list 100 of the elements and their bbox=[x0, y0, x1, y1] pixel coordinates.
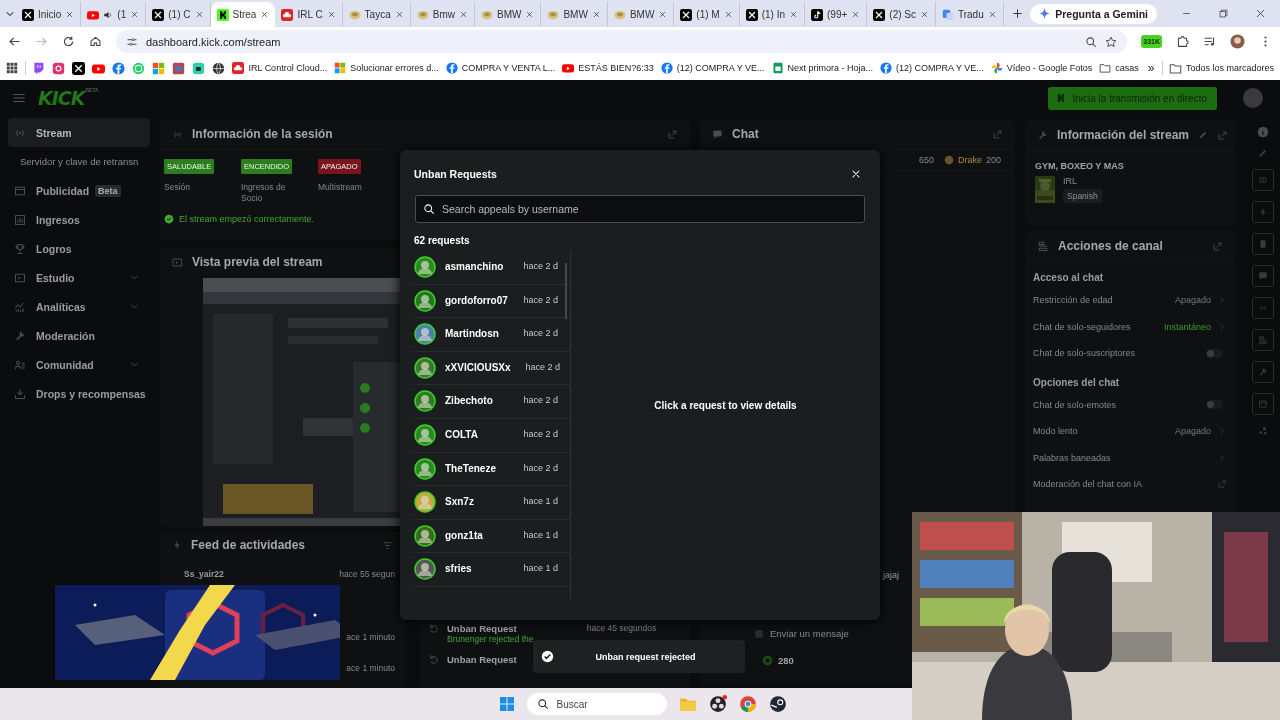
bookmark[interactable]: Vídeo - Google Fotos bbox=[990, 62, 1093, 74]
request-username[interactable]: sfries bbox=[445, 558, 515, 576]
sidebar-item[interactable]: Logros bbox=[8, 234, 150, 263]
new-tab-icon[interactable] bbox=[1011, 8, 1023, 19]
profile-avatar-icon[interactable] bbox=[1230, 34, 1245, 49]
request-username[interactable]: gonz1ta bbox=[445, 524, 515, 542]
panel-title: Información del stream bbox=[1057, 128, 1190, 142]
apps-grid-icon[interactable] bbox=[6, 62, 18, 74]
sidebar-item[interactable]: Stream bbox=[8, 118, 150, 147]
bookmark-folder[interactable]: Todos los marcadores bbox=[1168, 61, 1274, 75]
avatar[interactable] bbox=[414, 457, 436, 480]
chat-message: jajaj bbox=[883, 570, 899, 580]
reload-icon[interactable] bbox=[62, 35, 75, 48]
close-icon bbox=[194, 10, 204, 19]
bookmark[interactable]: Next primora - Hoja... bbox=[771, 62, 874, 74]
request-username[interactable]: xXVICIOUSXx bbox=[445, 356, 517, 374]
bookmark[interactable]: casas bbox=[1099, 62, 1139, 74]
sidebar-item[interactable]: Analíticas bbox=[8, 292, 150, 321]
back-icon[interactable] bbox=[8, 35, 21, 48]
toggle-switch[interactable] bbox=[1206, 348, 1223, 358]
info-icon[interactable] bbox=[1256, 126, 1269, 138]
avatar[interactable] bbox=[414, 558, 436, 581]
close-icon[interactable] bbox=[1255, 8, 1266, 19]
request-username[interactable]: COLTA bbox=[445, 423, 515, 441]
setting-row[interactable]: Palabras baneadas bbox=[1025, 444, 1235, 471]
avatar[interactable] bbox=[414, 491, 436, 514]
browser-app-icon[interactable] bbox=[738, 695, 757, 713]
bookmark-icon[interactable] bbox=[192, 61, 206, 75]
sidebar-item[interactable]: Drops y recompensas bbox=[8, 379, 150, 408]
bookmark[interactable]: Solucionar errores d... bbox=[334, 62, 439, 74]
steam-app-icon[interactable] bbox=[768, 695, 787, 713]
request-username[interactable]: Martindosn bbox=[445, 323, 515, 341]
setting-row[interactable]: Chat de solo-suscriptores bbox=[1025, 340, 1235, 367]
bookmark-icon[interactable] bbox=[72, 61, 86, 75]
wrench-icon bbox=[1037, 129, 1048, 141]
avatar[interactable] bbox=[414, 390, 436, 413]
chevron-right-icon bbox=[1217, 321, 1227, 332]
sidebar-item[interactable]: Estudio bbox=[8, 263, 150, 292]
gemini-button[interactable]: Pregunta a Gemini bbox=[1030, 3, 1157, 24]
search-field[interactable]: Search appeals by username bbox=[415, 195, 865, 223]
filter-icon[interactable] bbox=[382, 539, 393, 551]
puzzle-icon[interactable] bbox=[1176, 35, 1189, 48]
windows-icon[interactable] bbox=[498, 696, 515, 712]
emote-icon bbox=[754, 628, 764, 639]
setting-row[interactable]: Moderación del chat con IA bbox=[1025, 471, 1235, 498]
sparkle-icon bbox=[1039, 8, 1051, 19]
home-icon[interactable] bbox=[89, 35, 102, 48]
close-icon bbox=[65, 10, 75, 19]
media-icon[interactable] bbox=[1203, 35, 1216, 48]
bookmark[interactable]: (12) COMPRA Y VE... bbox=[880, 62, 984, 74]
sidebar-item[interactable]: Comunidad bbox=[8, 350, 150, 379]
request-username[interactable]: Zibechoto bbox=[445, 390, 515, 408]
address-bar[interactable]: dashboard.kick.com/stream bbox=[116, 30, 1128, 53]
star-icon[interactable] bbox=[1105, 35, 1118, 48]
status-label: Ingresos de Socio bbox=[241, 182, 287, 205]
bookmark-icon bbox=[445, 62, 458, 74]
wrench-icon bbox=[14, 329, 26, 342]
setting-row[interactable]: Modo lento Apagado bbox=[1025, 418, 1235, 445]
bookmark[interactable]: (12) COMPRA Y VE... bbox=[660, 62, 765, 74]
bookmark-icon[interactable] bbox=[212, 61, 226, 75]
bookmark-icon bbox=[990, 62, 1003, 74]
logo-mark-icon bbox=[1056, 93, 1067, 103]
bookmark-icon bbox=[232, 62, 245, 74]
bookmark[interactable]: IRL Control Cloud... bbox=[232, 62, 328, 74]
channel-actions-icon bbox=[1037, 240, 1049, 252]
request-time: hace 1 d bbox=[523, 495, 558, 507]
setting-row[interactable]: Chat de solo-emotes bbox=[1025, 391, 1235, 418]
sidebar-item[interactable]: Publicidad Beta bbox=[8, 176, 150, 205]
request-username[interactable]: TheTeneze bbox=[445, 457, 515, 475]
more-bookmarks-button[interactable]: » bbox=[1147, 61, 1155, 75]
close-button[interactable] bbox=[850, 168, 862, 180]
request-username[interactable]: asmanchino bbox=[445, 256, 515, 273]
channel-actions-icon bbox=[1257, 335, 1268, 345]
bookmark[interactable]: ESTÁS BIEN?6:33 bbox=[562, 62, 654, 74]
avatar[interactable] bbox=[414, 289, 436, 312]
request-username[interactable]: gordoforro07 bbox=[445, 289, 515, 307]
bookmark[interactable]: COMPRA Y VENTA L... bbox=[445, 62, 556, 74]
restore-icon[interactable] bbox=[1218, 8, 1229, 19]
pencil-icon[interactable] bbox=[1198, 130, 1209, 140]
setting-row[interactable]: Restricción de edad Apagado bbox=[1025, 287, 1235, 314]
sidebar-item[interactable]: Ingresos bbox=[8, 205, 150, 234]
avatar[interactable] bbox=[414, 524, 436, 547]
menu-icon[interactable] bbox=[12, 91, 26, 105]
toggle-switch[interactable] bbox=[1206, 400, 1223, 410]
bar-chart-icon bbox=[14, 213, 26, 226]
sidebar-item[interactable]: Moderación bbox=[8, 321, 150, 350]
sidebar-item[interactable]: Servidor y clave de retransn bbox=[8, 147, 150, 176]
browser-tab[interactable]: Strea bbox=[210, 2, 276, 27]
record-app-icon[interactable] bbox=[708, 695, 727, 713]
setting-row[interactable]: Chat de solo-seguidores Instantáneo bbox=[1025, 313, 1235, 340]
search-icon[interactable] bbox=[1085, 35, 1098, 48]
request-count: 62 requests bbox=[413, 234, 471, 248]
dots-icon[interactable] bbox=[1256, 425, 1269, 437]
avatar[interactable] bbox=[414, 323, 436, 346]
request-username[interactable]: Sxn7z bbox=[445, 491, 515, 509]
avatar[interactable] bbox=[414, 356, 436, 379]
chat-input[interactable]: Enviar un mensaje bbox=[746, 622, 857, 645]
avatar[interactable] bbox=[414, 423, 436, 446]
taskbar-search[interactable]: Buscar bbox=[526, 693, 667, 715]
avatar[interactable] bbox=[414, 256, 436, 278]
